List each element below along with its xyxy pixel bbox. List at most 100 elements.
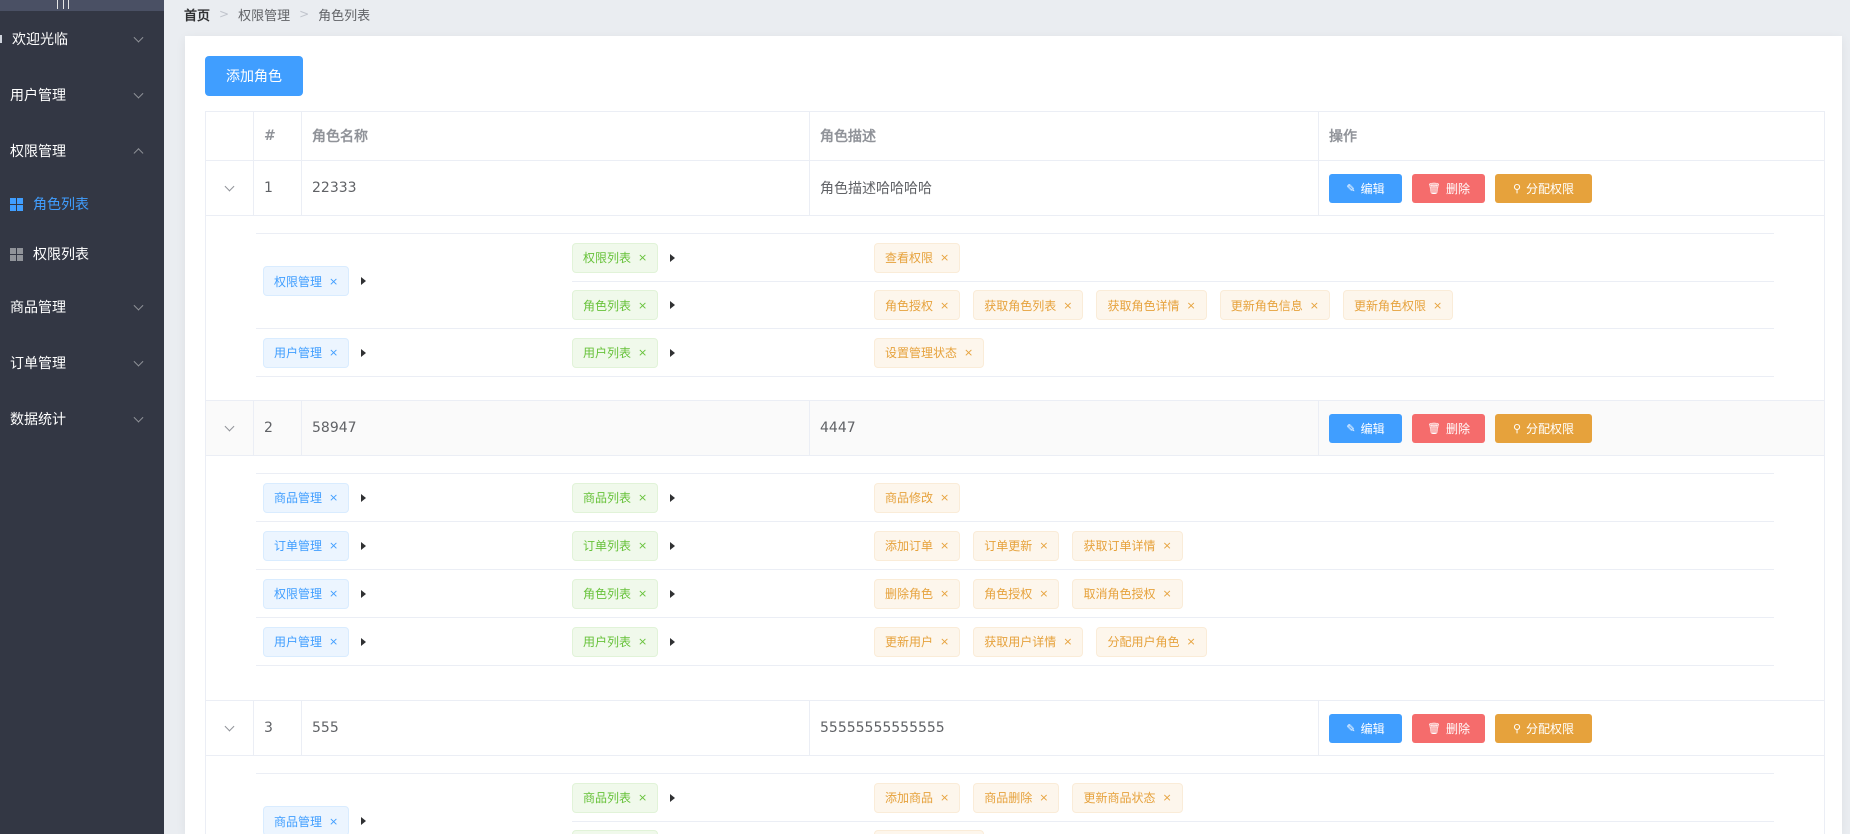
tag-label: 角色列表: [583, 587, 632, 601]
edit-button[interactable]: ✎ 编辑: [1329, 713, 1402, 743]
rights-level3-tag: 角色授权 ×: [874, 290, 961, 320]
rights-level1-tag: 商品管理 ×: [263, 482, 350, 513]
close-icon[interactable]: ×: [329, 346, 338, 359]
close-icon[interactable]: ×: [638, 299, 647, 312]
tag-label: 商品修改: [885, 491, 934, 505]
tag-label: 权限管理: [274, 587, 323, 601]
rights-level2-tag: 分类参数×: [572, 830, 659, 834]
edit-button[interactable]: ✎ 编辑: [1329, 173, 1402, 203]
breadcrumb-home-link[interactable]: 首页: [184, 5, 210, 24]
close-icon[interactable]: ×: [940, 635, 949, 648]
rights-level1-row: 用户管理 × 用户列表 × 设置管理状态 ×: [256, 328, 1774, 377]
close-icon[interactable]: ×: [940, 491, 949, 504]
breadcrumb: 首页 > 权限管理 > 角色列表: [184, 4, 370, 24]
close-icon[interactable]: ×: [1433, 299, 1442, 312]
delete-button[interactable]: 🗑 删除: [1412, 413, 1485, 443]
tag-label: 订单列表: [583, 539, 632, 553]
tag-label: 添加订单: [885, 539, 934, 553]
close-icon[interactable]: ×: [940, 587, 949, 600]
breadcrumb-item: 权限管理: [238, 8, 291, 24]
close-icon[interactable]: ×: [638, 251, 647, 264]
tag-label: 用户列表: [583, 346, 632, 360]
sidebar-menu-welcome[interactable]: 欢迎光临: [0, 11, 164, 67]
sidebar-menu-rights[interactable]: 权限管理: [0, 123, 164, 179]
tag-label: 用户管理: [274, 346, 323, 360]
assign-rights-button[interactable]: ⚲ 分配权限: [1495, 713, 1592, 743]
row-expand-toggle[interactable]: [206, 701, 254, 755]
rights-level3-list: 获取参数列表×: [874, 830, 985, 834]
close-icon[interactable]: ×: [638, 791, 647, 804]
sidebar-menu-reports[interactable]: 数据统计: [0, 391, 164, 447]
assign-rights-button[interactable]: ⚲ 分配权限: [1495, 413, 1592, 443]
close-icon[interactable]: ×: [964, 346, 973, 359]
close-icon[interactable]: ×: [1063, 299, 1072, 312]
rights-level1-tag: 用户管理 ×: [263, 626, 350, 657]
sidebar-item-role-list[interactable]: 角色列表: [0, 179, 164, 229]
close-icon[interactable]: ×: [638, 587, 647, 600]
sidebar-item-rights-list[interactable]: 权限列表: [0, 229, 164, 279]
rights-level1-row: 商品管理×商品列表×添加商品×商品删除×更新商品状态× 分类参数× 获取参数列表×: [256, 773, 1774, 834]
close-icon[interactable]: ×: [1162, 587, 1171, 600]
sidebar-menu-goods[interactable]: 商品管理: [0, 279, 164, 335]
close-icon[interactable]: ×: [329, 275, 338, 288]
assign-rights-button[interactable]: ⚲ 分配权限: [1495, 173, 1592, 203]
close-icon[interactable]: ×: [1162, 539, 1171, 552]
close-icon[interactable]: ×: [329, 587, 338, 600]
breadcrumb-chevron-icon: >: [299, 7, 310, 21]
role-desc-cell: 4447: [810, 401, 1319, 455]
caret-right-icon: [361, 589, 367, 598]
close-icon[interactable]: ×: [1039, 539, 1048, 552]
close-icon[interactable]: ×: [1039, 587, 1048, 600]
caret-right-icon: [361, 493, 367, 502]
close-icon[interactable]: ×: [1186, 299, 1195, 312]
close-icon[interactable]: ×: [1186, 635, 1195, 648]
rights-level1-tag: 用户管理 ×: [263, 337, 350, 368]
sidebar-menu-label: 权限管理: [10, 144, 66, 160]
close-icon[interactable]: ×: [940, 539, 949, 552]
close-icon[interactable]: ×: [638, 346, 647, 359]
rights-level2-row: 商品列表 × 添加商品 × 商品删除 × 更新商品状态 ×: [572, 774, 1774, 821]
close-icon[interactable]: ×: [940, 299, 949, 312]
rights-level1-cell: 权限管理 ×: [256, 578, 572, 609]
delete-button[interactable]: 🗑 删除: [1412, 713, 1485, 743]
add-role-button[interactable]: 添加角色: [205, 56, 303, 96]
row-expand-toggle[interactable]: [206, 401, 254, 455]
close-icon[interactable]: ×: [638, 539, 647, 552]
tag-label: 角色列表: [583, 298, 632, 313]
toggle-lines-icon: [57, 0, 69, 9]
close-icon[interactable]: ×: [329, 635, 338, 648]
rights-level1-cell: 订单管理 ×: [256, 530, 572, 561]
close-icon[interactable]: ×: [329, 491, 338, 504]
sidebar-menu-orders[interactable]: 订单管理: [0, 335, 164, 391]
close-icon[interactable]: ×: [1162, 791, 1171, 804]
edit-button[interactable]: ✎ 编辑: [1329, 413, 1402, 443]
rights-level2-tag: 用户列表 ×: [572, 626, 659, 657]
close-icon[interactable]: ×: [329, 539, 338, 552]
rights-level2-cell: 用户列表 ×: [572, 626, 874, 657]
sidebar-menu-users[interactable]: 用户管理: [0, 67, 164, 123]
search-icon: ⚲: [1512, 721, 1522, 735]
sidebar-toggle-button[interactable]: [0, 0, 164, 11]
tag-label: 角色授权: [984, 587, 1033, 601]
rights-level2-cell: 角色列表 ×: [572, 578, 874, 609]
chevron-down-icon: [133, 88, 144, 99]
close-icon[interactable]: ×: [329, 815, 338, 828]
delete-button[interactable]: 🗑 删除: [1412, 173, 1485, 203]
roles-table: # 角色名称 角色描述 操作 1 22333 角色描述哈哈哈哈 ✎ 编辑 🗑 删除 ⚲ 分配权限…: [205, 111, 1825, 834]
rights-level3-tag: 获取用户详情 ×: [973, 626, 1084, 657]
rights-level2-row: 角色列表 × 删除角色 × 角色授权 × 取消角色授权 ×: [572, 570, 1774, 617]
close-icon[interactable]: ×: [1310, 299, 1319, 312]
rights-level3-tag: 分配用户角色 ×: [1096, 626, 1207, 657]
close-icon[interactable]: ×: [638, 491, 647, 504]
close-icon[interactable]: ×: [940, 251, 949, 264]
rights-level1-cell: 商品管理 ×: [256, 806, 572, 834]
rights-level1-cell: 权限管理 ×: [256, 266, 572, 296]
row-expand-toggle[interactable]: [206, 161, 254, 215]
rights-level2-cell: 分类参数×: [572, 830, 874, 834]
close-icon[interactable]: ×: [638, 635, 647, 648]
rights-level2-tag: 角色列表 ×: [572, 578, 659, 609]
close-icon[interactable]: ×: [1063, 635, 1072, 648]
close-icon[interactable]: ×: [1039, 791, 1048, 804]
close-icon[interactable]: ×: [940, 791, 949, 804]
rights-level3-tag: 获取订单详情 ×: [1072, 530, 1183, 561]
